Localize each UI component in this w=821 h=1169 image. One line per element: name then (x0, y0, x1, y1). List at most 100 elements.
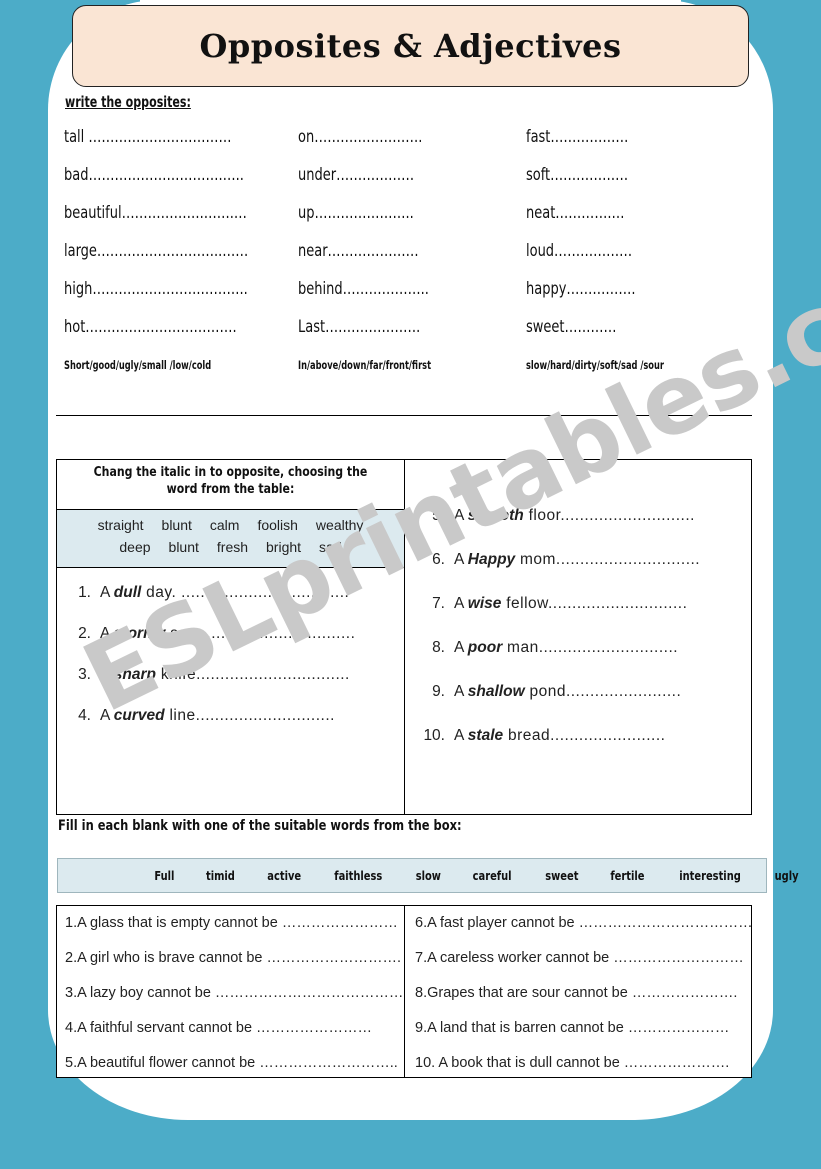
wordbank-word: bright (266, 538, 302, 555)
question-pre: A (100, 666, 114, 683)
question-number: 3. (78, 666, 91, 683)
section1-column-2: on……………………. under……………… up………………….. near… (298, 128, 528, 372)
wordbank-word: active (266, 868, 301, 883)
section-divider (56, 415, 752, 416)
wordbank-word: deep (119, 538, 151, 555)
wordbank-row: straight blunt calm foolish wealthy (57, 515, 404, 537)
wordbank-word: blunt (161, 517, 192, 533)
question-text: A Happy mom.............................… (454, 551, 700, 569)
question-pre: A (454, 639, 468, 656)
section2-instruction-text: Chang the italic in to opposite, choosin… (93, 464, 368, 497)
question-pre: A (454, 507, 468, 524)
opposite-prompt: bad………………………….….. (64, 165, 244, 185)
opposite-prompt: hot…………………….………. (64, 317, 237, 337)
section2-left-cell: Chang the italic in to opposite, choosin… (57, 460, 405, 814)
question-number: 7. (432, 595, 445, 612)
question-text: A stale bread........................ (454, 727, 665, 745)
question-item: 10. A stale bread.......................… (405, 727, 751, 745)
section1-column-1: tall …………………………… bad………………………….….. beaut… (64, 128, 299, 372)
fill-blank-item: 4.A faithful servant cannot be …………………… (65, 1020, 373, 1036)
section1-hint: Short/good/ugly/small /low/cold (64, 358, 212, 372)
opposite-prompt: Last…………………. (298, 317, 421, 337)
wordbank-row: deep blunt fresh bright sad (57, 537, 404, 559)
question-text: A wise fellow...........................… (454, 595, 687, 613)
fill-blank-item: 9.A land that is barren cannot be ………………… (415, 1020, 730, 1036)
opposite-prompt: near………………… (298, 241, 419, 261)
wordbank-word: slow (415, 868, 441, 883)
question-text: A sharp knife...........................… (100, 666, 350, 684)
opposite-prompt: high…………………….……….. (64, 279, 248, 299)
question-adjective: shallow (467, 683, 525, 700)
question-pre: A (100, 584, 114, 601)
question-pre: A (454, 683, 468, 700)
question-post: knife................................ (156, 666, 350, 683)
wordbank-word: wealthy (315, 517, 364, 533)
opposite-prompt: large………………………..…… (64, 241, 249, 261)
fill-blank-item: 10. A book that is dull cannot be ………………… (415, 1055, 730, 1071)
question-pre: A (100, 625, 114, 642)
section2-instruction: Chang the italic in to opposite, choosin… (57, 460, 404, 510)
question-item: 1. A dull day. .........................… (57, 584, 404, 602)
wordbank-word: ugly (774, 868, 799, 883)
wordbank-word: straight (97, 517, 144, 533)
question-number: 1. (78, 584, 91, 601)
opposite-prompt: neat………….… (526, 203, 625, 223)
question-text: A shallow pond........................ (454, 683, 681, 701)
question-adjective: wise (467, 595, 502, 612)
question-post: line............................. (164, 707, 335, 724)
opposite-prompt: loud……………… (526, 241, 633, 261)
question-post: man............................. (502, 639, 679, 656)
question-pre: A (100, 707, 114, 724)
wordbank-word: fertile (610, 868, 645, 883)
question-pre: A (454, 727, 468, 744)
worksheet-content: Opposites & Adjectives write the opposit… (0, 0, 821, 1169)
fill-blank-item: 2.A girl who is brave cannot be ……………………… (65, 950, 402, 966)
wordbank-word: sweet (544, 868, 579, 883)
question-post: mom.............................. (515, 551, 701, 568)
question-item: 6. A Happy mom..........................… (405, 551, 751, 569)
wordbank-word: careful (473, 868, 512, 883)
question-adjective: stormy (113, 625, 166, 642)
section3-left-column: 1.A glass that is empty cannot be ………………… (57, 906, 405, 1077)
question-item: 4. A curved line........................… (57, 707, 404, 725)
section3-instruction: Fill in each blank with one of the suita… (58, 818, 462, 834)
question-text: A dull day. ............................… (100, 584, 349, 602)
question-number: 6. (432, 551, 445, 568)
question-text: A smooth floor..........................… (454, 507, 695, 525)
wordbank-word: Full (154, 868, 175, 883)
section1-heading: write the opposites: (65, 93, 191, 111)
opposite-prompt: behind……………….. (298, 279, 429, 299)
fill-blank-item: 6.A fast player cannot be ……………………………… (415, 915, 753, 931)
fill-blank-item: 7.A careless worker cannot be ……………………… (415, 950, 744, 966)
question-adjective: Happy (467, 551, 516, 568)
section3-wordbank: Full timid active faithless slow careful… (57, 858, 799, 893)
question-item: 9. A shallow pond.......................… (405, 683, 751, 701)
question-post: sea................................. (165, 625, 356, 642)
section2-questions-left: 1. A dull day. .........................… (57, 568, 404, 725)
page-title: Opposites & Adjectives (199, 27, 622, 65)
question-adjective: smooth (467, 507, 524, 524)
question-item: 3. A sharp knife........................… (57, 666, 404, 684)
wordbank-word: interesting (679, 868, 741, 883)
question-post: pond........................ (524, 683, 682, 700)
question-text: A poor man............................. (454, 639, 678, 657)
question-adjective: dull (113, 584, 142, 601)
fill-blank-item: 3.A lazy boy cannot be ………………………………… (65, 985, 404, 1001)
question-number: 2. (78, 625, 91, 642)
question-post: fellow............................. (501, 595, 688, 612)
opposite-prompt: on……………………. (298, 127, 423, 147)
wordbank-word: faithless (334, 868, 383, 883)
question-pre: A (454, 595, 468, 612)
question-adjective: poor (467, 639, 503, 656)
wordbank-word: blunt (168, 538, 199, 555)
wordbank-word: timid (205, 868, 235, 883)
section3-table: 1.A glass that is empty cannot be ………………… (56, 905, 753, 1078)
question-adjective: sharp (113, 666, 157, 683)
wordbank-word: calm (209, 517, 240, 533)
question-text: A stormy sea............................… (100, 625, 355, 643)
wordbank-word: fresh (216, 538, 249, 555)
question-number: 10. (423, 727, 445, 744)
question-post: floor............................ (523, 507, 695, 524)
question-post: bread........................ (503, 727, 666, 744)
question-number: 9. (432, 683, 445, 700)
